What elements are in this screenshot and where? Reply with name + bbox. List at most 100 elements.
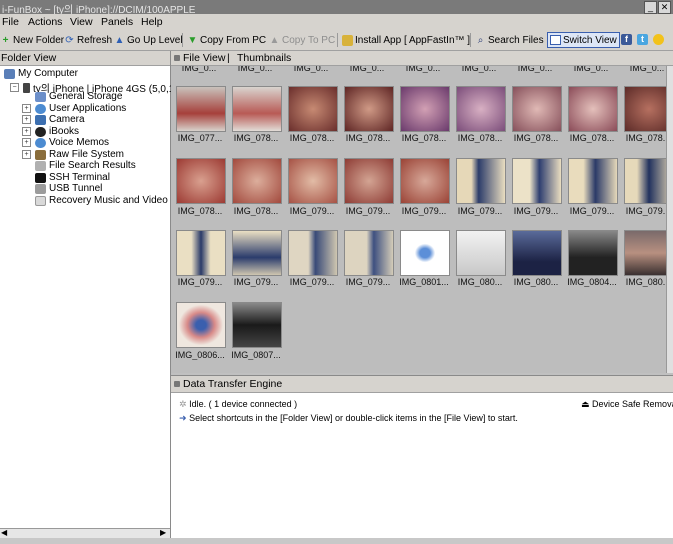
- thumbnail-caption: IMG_0807...: [231, 350, 281, 360]
- thumbnail[interactable]: [456, 158, 506, 204]
- title-bar: i-FunBox ~ [ty의 iPhone]://DCIM/100APPLE …: [0, 0, 673, 16]
- thumbnail[interactable]: [344, 158, 394, 204]
- tree-item-user-applications[interactable]: + User Applications: [22, 103, 126, 114]
- thumbnail[interactable]: [568, 158, 618, 204]
- tree-label: Camera: [49, 114, 85, 125]
- expand-icon[interactable]: +: [22, 115, 31, 124]
- toolbar: + New Folder ⟳ Refresh ▲ Go Up Level ▼ Copy …: [0, 30, 673, 51]
- vertical-scrollbar[interactable]: [666, 66, 673, 373]
- thumbnail[interactable]: [400, 230, 450, 276]
- status-text: Idle. ( 1 device connected ): [189, 399, 298, 409]
- toolbar-separator: [337, 33, 338, 47]
- thumbnail-caption: IMG_079...: [233, 277, 279, 287]
- tree-item-recovery-music-video[interactable]: Recovery Music and Video: [22, 195, 168, 206]
- menu-help[interactable]: Help: [141, 16, 163, 28]
- folder-view-panel: Folder View My Computer − ty의 iPhone | iP…: [0, 51, 178, 538]
- tree-item-voice-memos[interactable]: + Voice Memos: [22, 137, 109, 148]
- thumbnail[interactable]: [568, 230, 618, 276]
- search-icon: ⌕: [477, 34, 484, 46]
- close-button[interactable]: ✕: [658, 1, 671, 14]
- twitter-icon[interactable]: t: [637, 34, 648, 45]
- tree-label: USB Tunnel: [49, 183, 103, 194]
- appfastin-label: [ AppFastIn™ ]: [403, 34, 471, 46]
- go-up-level-button[interactable]: ▲ Go Up Level: [114, 33, 183, 47]
- thumbnail-caption: IMG_079...: [457, 206, 503, 216]
- copy-from-pc-button[interactable]: ▼ Copy From PC: [187, 33, 267, 47]
- refresh-button[interactable]: ⟳ Refresh: [64, 33, 112, 47]
- collapse-icon[interactable]: −: [10, 83, 19, 92]
- thumbnail[interactable]: [288, 230, 338, 276]
- thumbnail[interactable]: [568, 86, 618, 132]
- thumbnail[interactable]: [176, 302, 226, 348]
- scroll-right-icon[interactable]: ▶: [160, 528, 166, 537]
- thumbnail[interactable]: [624, 230, 666, 276]
- thumbnail[interactable]: [232, 230, 282, 276]
- thumbnail[interactable]: [624, 158, 666, 204]
- thumbnail[interactable]: [176, 158, 226, 204]
- menu-file[interactable]: File: [2, 16, 19, 28]
- arrow-right-icon: ➜: [179, 413, 187, 423]
- thumbnail-caption: IMG_079...: [345, 277, 391, 287]
- thumbnail[interactable]: [400, 158, 450, 204]
- apps-icon: [35, 103, 46, 114]
- copy-to-pc-button[interactable]: ▲ Copy To PC: [269, 33, 336, 47]
- hint-line: ➜ Select shortcuts in the [Folder View] …: [179, 413, 518, 424]
- menu-view[interactable]: View: [70, 16, 93, 28]
- facebook-icon[interactable]: f: [621, 34, 632, 45]
- menu-actions[interactable]: Actions: [28, 16, 62, 28]
- tree-item-usb-tunnel[interactable]: USB Tunnel: [22, 183, 102, 194]
- scroll-left-icon[interactable]: ◀: [1, 528, 7, 537]
- hint-text: Select shortcuts in the [Folder View] or…: [189, 413, 518, 423]
- thumbnail[interactable]: [176, 86, 226, 132]
- thumbnail[interactable]: [400, 86, 450, 132]
- thumbnail[interactable]: [232, 302, 282, 348]
- thumbnail[interactable]: [512, 158, 562, 204]
- thumbnail[interactable]: [344, 86, 394, 132]
- expand-icon[interactable]: +: [22, 104, 31, 113]
- expand-icon[interactable]: +: [22, 127, 31, 136]
- thumbnail-caption: IMG_0804...: [567, 277, 617, 287]
- tree-item-raw-file-system[interactable]: + Raw File System: [22, 149, 124, 160]
- upload-arrow-icon: ▲: [269, 34, 280, 46]
- partial-caption: IMG_0...: [629, 66, 665, 73]
- thumbnail[interactable]: [344, 230, 394, 276]
- thumbnail[interactable]: [456, 86, 506, 132]
- tree-item-my-computer[interactable]: My Computer: [4, 68, 78, 79]
- thumbnail-caption: IMG_078...: [233, 133, 279, 143]
- thumbnail[interactable]: [512, 86, 562, 132]
- thumbnail-caption: IMG_078...: [289, 133, 335, 143]
- thumbnail-caption: IMG_078...: [233, 206, 279, 216]
- thumbnail[interactable]: [288, 158, 338, 204]
- expand-icon[interactable]: +: [22, 138, 31, 147]
- install-app-button[interactable]: Install App [ AppFastIn™ ]: [342, 33, 470, 47]
- thumbnail[interactable]: [288, 86, 338, 132]
- thumbnail[interactable]: [232, 86, 282, 132]
- menu-panels[interactable]: Panels: [101, 16, 133, 28]
- thumbnail[interactable]: [624, 86, 666, 132]
- thumbnail-caption: IMG_077...: [177, 133, 223, 143]
- tree-item-camera[interactable]: + Camera: [22, 114, 85, 125]
- switch-view-button[interactable]: Switch View: [547, 32, 620, 48]
- minimize-button[interactable]: _: [644, 1, 657, 14]
- tree-item-ssh-terminal[interactable]: SSH Terminal: [22, 172, 110, 183]
- tree-item-ibooks[interactable]: + iBooks: [22, 126, 79, 137]
- partial-caption: IMG_0...: [349, 66, 385, 73]
- thumbnail[interactable]: [176, 230, 226, 276]
- thumbnail[interactable]: [456, 230, 506, 276]
- tree-item-file-search-results[interactable]: File Search Results: [22, 160, 136, 171]
- thumbnail[interactable]: [232, 158, 282, 204]
- thumbnail-caption: IMG_078...: [569, 133, 615, 143]
- thumbnail-caption: IMG_079...: [401, 206, 447, 216]
- partial-caption: IMG_0...: [461, 66, 497, 73]
- search-files-button[interactable]: ⌕ Search Files: [475, 33, 544, 47]
- thumbnail[interactable]: [512, 230, 562, 276]
- new-folder-button[interactable]: + New Folder: [0, 33, 65, 47]
- device-safe-removal-button[interactable]: ⏏ Device Safe Removal: [581, 399, 673, 410]
- file-view-title: File View: [183, 52, 226, 64]
- expand-icon[interactable]: +: [22, 150, 31, 159]
- smiley-icon[interactable]: [653, 34, 664, 45]
- tree-item-general-storage[interactable]: General Storage: [22, 91, 122, 102]
- usb-icon: [35, 183, 46, 194]
- view-mode-label[interactable]: Thumbnails: [237, 52, 291, 64]
- partial-caption: IMG_0...: [293, 66, 329, 73]
